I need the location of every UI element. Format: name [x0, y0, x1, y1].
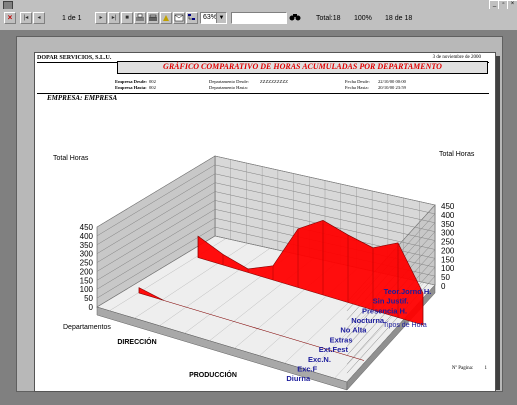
- category-label: PRODUCCIÓN: [189, 370, 237, 379]
- x-axis-title: Departamentos: [63, 324, 111, 331]
- fecha-hasta-label: Fecha Hasta:: [345, 85, 369, 90]
- printer-setup-icon[interactable]: [147, 12, 159, 24]
- report-page: DOPAR SERVICIOS, S.L.U. 3 de noviembre d…: [34, 52, 496, 392]
- window-titlebar: _ ▫ ×: [0, 0, 517, 10]
- stop-button[interactable]: ■: [121, 12, 133, 24]
- y-tick-label-right: 350: [441, 220, 455, 229]
- hour-type-label: Ext.Fest: [319, 345, 349, 354]
- company-name: DOPAR SERVICIOS, S.L.U.: [37, 55, 112, 61]
- y-tick-label-right: 400: [441, 211, 455, 220]
- area-chart-3d: 4504504004003503503003002502502002001501…: [80, 155, 455, 391]
- category-label: DIRECCIÓN: [117, 337, 156, 346]
- next-page-button[interactable]: ▸: [95, 12, 107, 24]
- binoculars-icon[interactable]: [289, 12, 301, 24]
- hour-type-label: Presencia H.: [362, 306, 407, 315]
- y-tick-label-left: 400: [80, 232, 94, 241]
- close-preview-button[interactable]: ×: [4, 12, 16, 24]
- last-page-button[interactable]: ▸|: [108, 12, 120, 24]
- empresa-desde-label: Empresa Desde:: [115, 79, 147, 84]
- records-label: 18 de 18: [385, 15, 413, 22]
- empresa-hasta-value: 002: [149, 85, 156, 90]
- prev-page-button[interactable]: ◂: [33, 12, 45, 24]
- y-tick-label-left: 50: [84, 294, 93, 303]
- mail-icon[interactable]: [173, 12, 185, 24]
- y-tick-label-right: 100: [441, 264, 455, 273]
- y-tick-label-right: 0: [441, 282, 446, 291]
- first-page-button[interactable]: |◂: [20, 12, 32, 24]
- report-title-box: GRÁFICO COMPARATIVO DE HORAS ACUMULADAS …: [117, 61, 488, 74]
- page-label: Nº Pagina:: [451, 366, 474, 371]
- y-tick-label-left: 100: [80, 285, 94, 294]
- y-tick-label-right: 300: [441, 229, 455, 238]
- right-axis-title: Total Horas: [439, 151, 475, 158]
- zoom-select[interactable]: 63% ▼: [200, 12, 227, 24]
- search-input[interactable]: [231, 12, 287, 24]
- hour-type-label: Extras: [330, 335, 353, 344]
- y-tick-label-right: 150: [441, 255, 455, 264]
- y-tick-label-left: 150: [80, 276, 94, 285]
- page-footer: Nº Pagina: 1: [442, 366, 487, 371]
- y-tick-label-right: 450: [441, 202, 455, 211]
- percent-label: 100%: [354, 15, 372, 22]
- y-tick-label-right: 200: [441, 246, 455, 255]
- hour-type-label: Exc.F: [297, 364, 317, 373]
- export-icon[interactable]: [160, 12, 172, 24]
- y-tick-label-left: 200: [80, 267, 94, 276]
- hour-type-label: Sin Justif.: [373, 297, 409, 306]
- y-tick-label-right: 250: [441, 238, 455, 247]
- empresa-line: EMPRESA: EMPRESA: [47, 94, 118, 102]
- hour-type-label: Exc.N.: [308, 355, 331, 364]
- report-title: GRÁFICO COMPARATIVO DE HORAS ACUMULADAS …: [163, 62, 442, 71]
- depth-axis-title: Tipos de Hora: [383, 322, 427, 329]
- y-tick-label-left: 0: [89, 303, 94, 312]
- hour-type-label: No Alta: [340, 326, 367, 335]
- depto-hasta-label: Departamento Hasta:: [209, 85, 248, 90]
- depto-hasta-value: ZZZZZZZZZZ: [260, 79, 289, 84]
- preview-toolbar: × |◂ ◂ 1 de 1 ▸ ▸| ■ 63% ▼ Total:18 100%…: [0, 9, 517, 31]
- zoom-value: 63%: [203, 14, 218, 21]
- total-label: Total:18: [316, 15, 341, 22]
- y-tick-label-left: 250: [80, 259, 94, 268]
- report-date: 3 de noviembre de 2000: [432, 55, 481, 60]
- hour-type-label: Teor.Jornd H.: [384, 287, 432, 296]
- y-tick-label-left: 450: [80, 223, 94, 232]
- page-indicator: 1 de 1: [62, 15, 82, 22]
- y-tick-label-right: 50: [441, 273, 450, 282]
- left-axis-title: Total Horas: [53, 155, 89, 162]
- page-number: 1: [484, 366, 488, 371]
- hour-type-label: Diurna: [286, 374, 311, 383]
- tree-icon[interactable]: [186, 12, 198, 24]
- hour-type-label: Nocturna: [351, 316, 385, 325]
- empresa-hasta-label: Empresa Hasta:: [115, 85, 147, 90]
- y-tick-label-left: 300: [80, 250, 94, 259]
- fecha-hasta-value: 20/10/00 23:59: [378, 85, 406, 90]
- y-tick-label-left: 350: [80, 241, 94, 250]
- print-icon[interactable]: [134, 12, 146, 24]
- chevron-down-icon[interactable]: ▼: [216, 13, 226, 23]
